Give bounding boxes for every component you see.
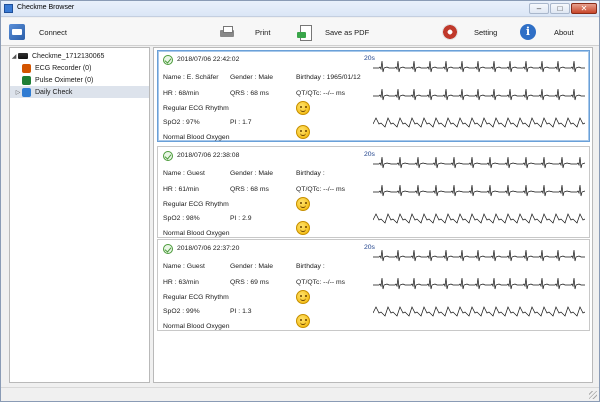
tree-item-label: Daily Check bbox=[35, 88, 73, 96]
records-pane: 2018/07/06 22:42:02 20s Name : E. Schäfer G… bbox=[153, 47, 593, 383]
ecg-waveform bbox=[373, 88, 585, 101]
check-icon bbox=[163, 55, 173, 65]
record-name: Name : E. Schäfer bbox=[163, 74, 219, 81]
setting-button[interactable]: Setting bbox=[442, 21, 497, 43]
pleth-waveform bbox=[373, 213, 585, 224]
record-birthday: Birthday : bbox=[296, 263, 325, 270]
maximize-button[interactable]: □ bbox=[550, 3, 570, 14]
setting-icon bbox=[442, 24, 458, 40]
tree-item-pulse-oximeter[interactable]: Pulse Oximeter (0) bbox=[10, 74, 149, 86]
record-pi: PI : 2.9 bbox=[230, 215, 252, 222]
spo2-smiley-icon bbox=[296, 314, 310, 328]
collapse-icon[interactable]: ◢ bbox=[10, 53, 18, 60]
print-label: Print bbox=[255, 27, 271, 37]
record-qrs: QRS : 69 ms bbox=[230, 279, 269, 286]
record-name: Name : Guest bbox=[163, 170, 205, 177]
save-pdf-label: Save as PDF bbox=[325, 27, 370, 37]
record-gender: Gender : Male bbox=[230, 263, 274, 270]
ecg-smiley-icon bbox=[296, 290, 310, 304]
record-spo2: SpO2 : 97% bbox=[163, 119, 200, 126]
pulse-oximeter-icon bbox=[22, 75, 31, 85]
record-spo2: SpO2 : 99% bbox=[163, 308, 200, 315]
toolbar: Connect Print Save as PDF Setting i Abou… bbox=[1, 18, 599, 46]
about-icon: i bbox=[520, 24, 536, 40]
close-button[interactable]: ✕ bbox=[571, 3, 597, 14]
record-datetime: 2018/07/06 22:38:08 bbox=[177, 152, 240, 159]
pdf-icon bbox=[297, 24, 313, 41]
record-gender: Gender : Male bbox=[230, 170, 274, 177]
ecg-smiley-icon bbox=[296, 101, 310, 115]
window-title: Checkme Browser bbox=[17, 4, 75, 11]
tree-item-label: ECG Recorder (0) bbox=[35, 64, 92, 72]
record-pi: PI : 1.7 bbox=[230, 119, 252, 126]
record-hr: HR : 68/min bbox=[163, 90, 199, 97]
connect-label: Connect bbox=[39, 27, 67, 37]
record-rhythm: Regular ECG Rhythm bbox=[163, 201, 229, 208]
daily-check-record[interactable]: 2018/07/06 22:37:20 20s Name : Guest Gender… bbox=[157, 239, 590, 331]
spo2-smiley-icon bbox=[296, 221, 310, 235]
save-pdf-button[interactable]: Save as PDF bbox=[297, 21, 369, 43]
daily-check-icon bbox=[22, 87, 31, 97]
status-bar bbox=[1, 387, 599, 401]
record-rhythm: Regular ECG Rhythm bbox=[163, 105, 229, 112]
app-window: Checkme Browser – □ ✕ Connect Print Save… bbox=[0, 0, 600, 402]
record-hr: HR : 63/min bbox=[163, 279, 199, 286]
ecg-waveform bbox=[373, 277, 585, 290]
record-oxygen-status: Normal Blood Oxygen bbox=[163, 230, 230, 237]
about-button[interactable]: i About bbox=[520, 21, 574, 43]
ecg-waveform bbox=[373, 156, 585, 169]
tree-item-label: Pulse Oximeter (0) bbox=[35, 76, 94, 84]
device-icon bbox=[18, 53, 28, 59]
print-button[interactable]: Print bbox=[219, 21, 270, 43]
record-qt-qtc: QT/QTc: --/-- ms bbox=[296, 186, 346, 193]
tree-item-ecg-recorder[interactable]: ECG Recorder (0) bbox=[10, 62, 149, 74]
app-icon bbox=[4, 4, 13, 13]
tree-device-node[interactable]: ◢ Checkme_1712130065 bbox=[10, 50, 149, 62]
print-icon bbox=[219, 24, 235, 40]
record-qrs: QRS : 68 ms bbox=[230, 90, 269, 97]
check-icon bbox=[163, 151, 173, 161]
record-name: Name : Guest bbox=[163, 263, 205, 270]
record-birthday: Birthday : bbox=[296, 170, 325, 177]
pleth-waveform bbox=[373, 117, 585, 128]
connect-button[interactable]: Connect bbox=[9, 21, 67, 43]
connect-icon bbox=[9, 24, 25, 40]
record-datetime: 2018/07/06 22:42:02 bbox=[177, 56, 240, 63]
tree-item-daily-check[interactable]: ▷ Daily Check bbox=[10, 86, 149, 98]
daily-check-record[interactable]: 2018/07/06 22:38:08 20s Name : Guest Gender… bbox=[157, 146, 590, 238]
record-pi: PI : 1.3 bbox=[230, 308, 252, 315]
title-bar: Checkme Browser – □ ✕ bbox=[1, 1, 599, 17]
record-oxygen-status: Normal Blood Oxygen bbox=[163, 323, 230, 330]
record-oxygen-status: Normal Blood Oxygen bbox=[163, 134, 230, 141]
record-hr: HR : 61/min bbox=[163, 186, 199, 193]
record-qt-qtc: QT/QTc: --/-- ms bbox=[296, 279, 346, 286]
daily-check-record[interactable]: 2018/07/06 22:42:02 20s Name : E. Schäfer G… bbox=[157, 50, 590, 142]
spo2-smiley-icon bbox=[296, 125, 310, 139]
record-qt-qtc: QT/QTc: --/-- ms bbox=[296, 90, 346, 97]
ecg-waveform bbox=[373, 249, 585, 262]
tree-device-label: Checkme_1712130065 bbox=[32, 52, 105, 60]
pleth-waveform bbox=[373, 306, 585, 317]
setting-label: Setting bbox=[474, 27, 498, 37]
resize-grip-icon[interactable] bbox=[589, 391, 597, 399]
ecg-smiley-icon bbox=[296, 197, 310, 211]
record-birthday: Birthday : 1965/01/12 bbox=[296, 74, 361, 81]
about-label: About bbox=[554, 27, 574, 37]
expand-icon[interactable]: ▷ bbox=[14, 89, 22, 96]
device-tree: ◢ Checkme_1712130065 ECG Recorder (0) Pu… bbox=[9, 47, 150, 383]
check-icon bbox=[163, 244, 173, 254]
ecg-waveform bbox=[373, 184, 585, 197]
record-gender: Gender : Male bbox=[230, 74, 274, 81]
record-spo2: SpO2 : 98% bbox=[163, 215, 200, 222]
minimize-button[interactable]: – bbox=[529, 3, 549, 14]
record-qrs: QRS : 68 ms bbox=[230, 186, 269, 193]
ecg-recorder-icon bbox=[22, 63, 31, 73]
record-datetime: 2018/07/06 22:37:20 bbox=[177, 245, 240, 252]
record-rhythm: Regular ECG Rhythm bbox=[163, 294, 229, 301]
ecg-waveform bbox=[373, 60, 585, 73]
